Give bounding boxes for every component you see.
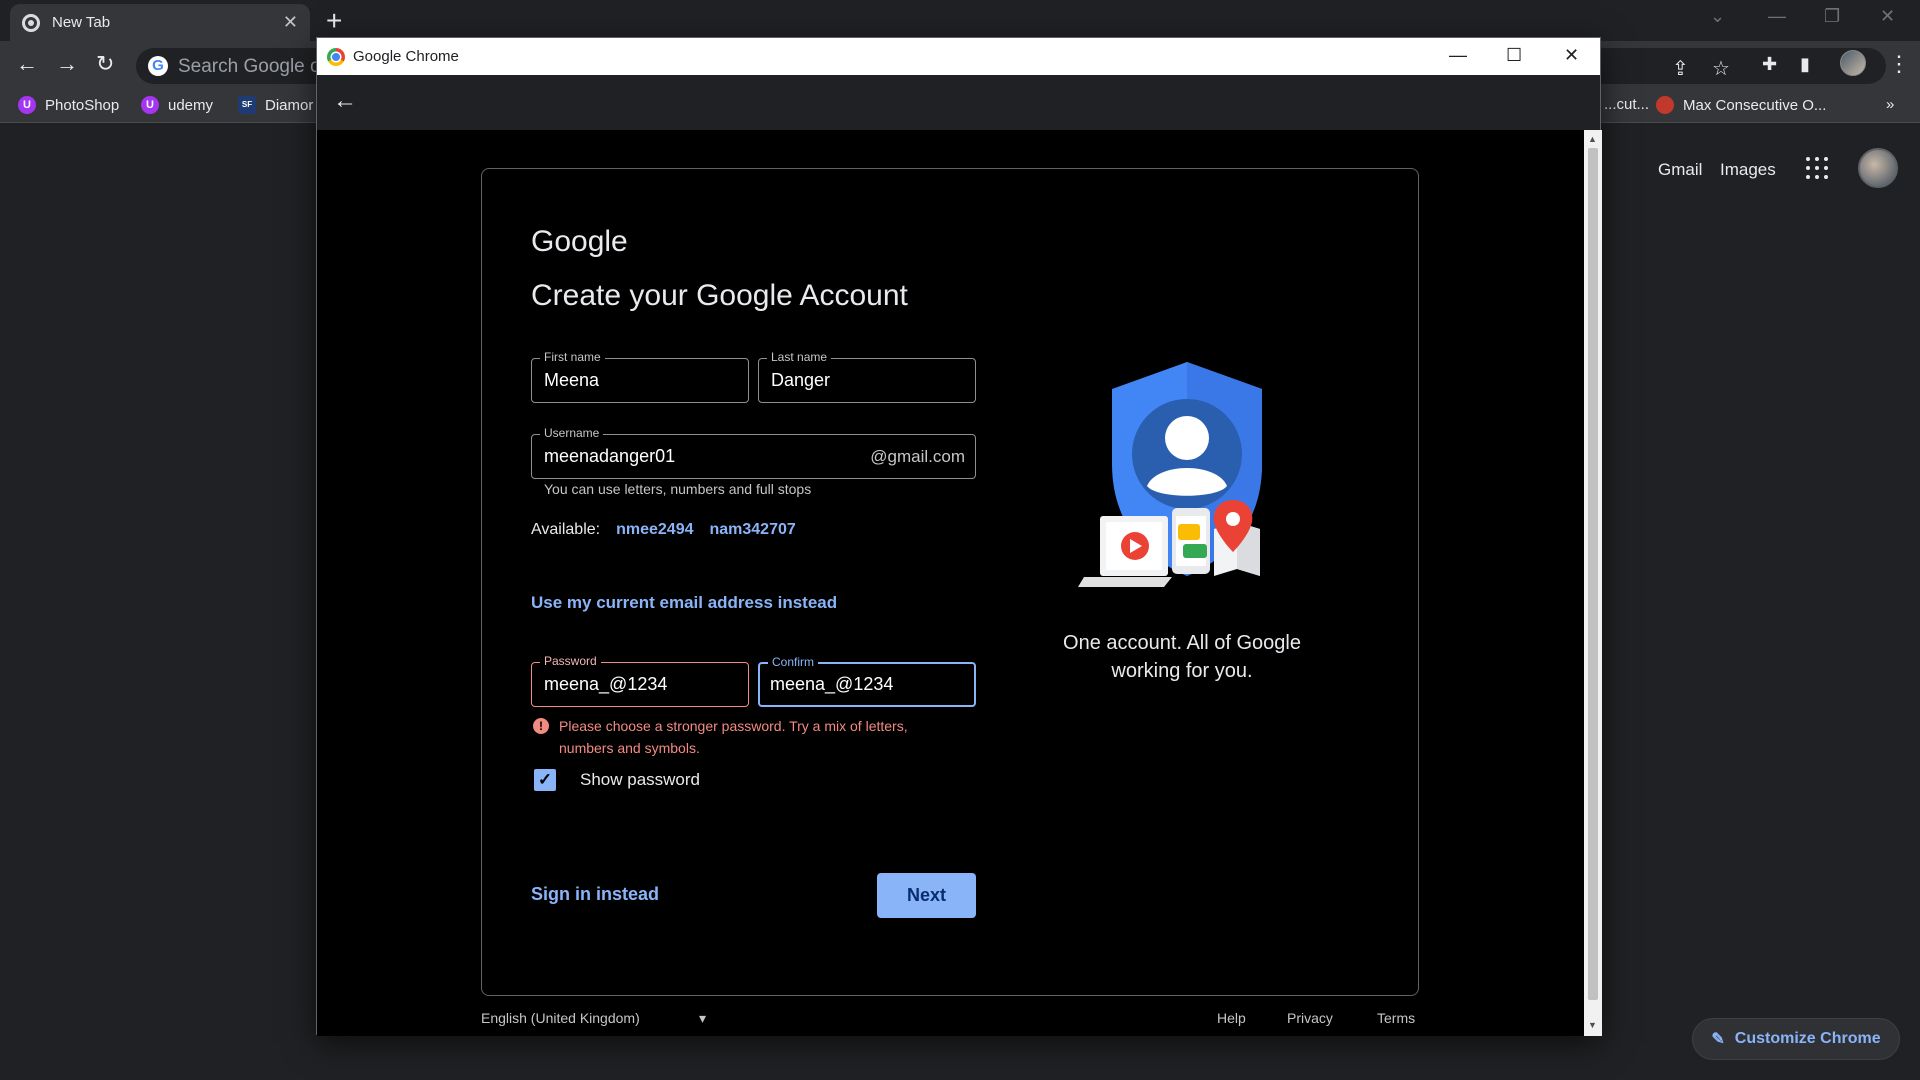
tagline-line: working for you. bbox=[1111, 660, 1253, 682]
username-label: Username bbox=[540, 426, 604, 440]
extensions-icon[interactable]: ✚ bbox=[1762, 51, 1777, 77]
close-window-icon[interactable]: ✕ bbox=[1880, 6, 1895, 27]
bookmark-photoshop[interactable]: U PhotoShop bbox=[18, 96, 119, 114]
sign-in-instead-link[interactable]: Sign in instead bbox=[531, 884, 659, 905]
password-field[interactable]: Password meena_@1234 bbox=[531, 654, 749, 707]
new-tab-button[interactable]: + bbox=[326, 6, 342, 36]
google-icon: G bbox=[148, 56, 168, 76]
available-usernames: Available: nmee2494 nam342707 bbox=[531, 521, 796, 539]
chrome-logo-icon bbox=[327, 48, 345, 66]
terms-link[interactable]: Terms bbox=[1377, 1010, 1415, 1026]
scroll-up-icon[interactable]: ▲ bbox=[1588, 134, 1597, 144]
pencil-icon: ✎ bbox=[1711, 1031, 1725, 1048]
popup-window-title: Google Chrome bbox=[353, 48, 459, 65]
avatar[interactable] bbox=[1840, 50, 1866, 76]
first-name-field[interactable]: First name Meena bbox=[531, 350, 749, 403]
popup-content: Google Create your Google Account First … bbox=[317, 130, 1584, 1036]
page-title: Create your Google Account bbox=[531, 279, 908, 312]
scroll-thumb[interactable] bbox=[1588, 148, 1598, 1000]
close-icon[interactable]: ✕ bbox=[283, 12, 298, 33]
username-value: meenadanger01 bbox=[544, 446, 676, 466]
customize-label: Customize Chrome bbox=[1734, 1030, 1881, 1047]
bookmark-label: Max Consecutive O... bbox=[1683, 96, 1827, 114]
password-label: Password bbox=[540, 654, 601, 668]
forward-icon[interactable]: → bbox=[56, 51, 78, 77]
available-label: Available: bbox=[531, 521, 601, 538]
last-name-field[interactable]: Last name Danger bbox=[758, 350, 976, 403]
signup-card: Google Create your Google Account First … bbox=[481, 168, 1419, 996]
account-shield-illustration bbox=[1078, 362, 1262, 587]
back-icon[interactable]: ← bbox=[16, 51, 38, 77]
confirm-password-field[interactable]: Confirm meena_@1234 bbox=[758, 655, 976, 707]
confirm-value: meena_@1234 bbox=[770, 674, 894, 694]
username-suffix: @gmail.com bbox=[870, 447, 965, 466]
bookmark-cut[interactable]: ...cut... bbox=[1604, 96, 1649, 113]
apps-grid-icon[interactable] bbox=[1806, 157, 1828, 179]
next-button[interactable]: Next bbox=[877, 873, 976, 918]
signup-popup-window: Google Chrome — ☐ ✕ ← Google Create your… bbox=[316, 37, 1602, 1036]
scrollbar[interactable]: ▲ ▼ bbox=[1584, 130, 1602, 1036]
last-name-value: Danger bbox=[771, 370, 831, 390]
reload-icon[interactable]: ↻ bbox=[96, 51, 114, 77]
restore-icon[interactable]: ❐ bbox=[1824, 6, 1840, 27]
google-logo: Google bbox=[531, 225, 628, 258]
chrome-icon bbox=[22, 13, 40, 32]
bookmark-label: udemy bbox=[168, 96, 214, 114]
scroll-down-icon[interactable]: ▼ bbox=[1588, 1020, 1597, 1030]
first-name-value: Meena bbox=[544, 370, 600, 390]
error-message: Please choose a stronger password. Try a… bbox=[559, 718, 908, 756]
show-password-label: Show password bbox=[580, 770, 701, 789]
side-panel-icon[interactable]: ▮ bbox=[1800, 51, 1810, 77]
language-selector[interactable]: English (United Kingdom) bbox=[481, 1010, 640, 1026]
last-name-label: Last name bbox=[767, 350, 832, 364]
menu-icon[interactable]: ⋮ bbox=[1888, 51, 1910, 77]
tagline-line: One account. All of Google bbox=[1063, 632, 1301, 654]
bookmark-label: ...cut... bbox=[1604, 96, 1650, 113]
close-icon[interactable]: ✕ bbox=[1564, 44, 1579, 66]
minimize-icon[interactable]: — bbox=[1449, 44, 1467, 66]
show-password-toggle[interactable]: ✓ Show password bbox=[534, 769, 700, 791]
udemy-icon: U bbox=[18, 96, 36, 114]
diamond-icon: SF bbox=[238, 96, 256, 114]
gmail-link[interactable]: Gmail bbox=[1658, 160, 1702, 180]
tab-new-tab[interactable]: New Tab ✕ bbox=[10, 4, 310, 41]
account-avatar[interactable] bbox=[1858, 148, 1898, 188]
chevron-down-icon[interactable]: ▾ bbox=[699, 1010, 706, 1027]
first-name-label: First name bbox=[540, 350, 605, 364]
bookmark-diamond[interactable]: SF Diamor bbox=[238, 96, 313, 114]
back-arrow-icon[interactable]: ← bbox=[333, 87, 357, 115]
bookmark-label: PhotoShop bbox=[45, 96, 120, 114]
help-link[interactable]: Help bbox=[1217, 1010, 1246, 1026]
popup-navbar: ← bbox=[317, 75, 1600, 130]
use-current-email-link[interactable]: Use my current email address instead bbox=[531, 593, 837, 613]
omnibox-placeholder: Search Google or bbox=[178, 56, 327, 77]
username-field[interactable]: Username meenadanger01 @gmail.com bbox=[531, 426, 976, 479]
suggestion-link[interactable]: nam342707 bbox=[709, 521, 795, 539]
customize-chrome-button[interactable]: ✎ Customize Chrome bbox=[1692, 1018, 1900, 1060]
tagline: One account. All of Google working for y… bbox=[1042, 629, 1322, 685]
udemy-icon: U bbox=[141, 96, 159, 114]
leetcode-icon bbox=[1656, 96, 1674, 114]
popup-titlebar: Google Chrome — ☐ ✕ bbox=[317, 38, 1600, 75]
star-icon[interactable]: ☆ bbox=[1712, 56, 1730, 81]
confirm-label: Confirm bbox=[768, 655, 819, 669]
password-value: meena_@1234 bbox=[544, 674, 668, 694]
tab-strip: New Tab ✕ + ⌄ — ❐ ✕ bbox=[0, 0, 1920, 41]
maximize-icon[interactable]: ☐ bbox=[1506, 44, 1522, 66]
bookmark-label: Diamor bbox=[265, 96, 314, 114]
suggestion-link[interactable]: nmee2494 bbox=[616, 521, 693, 539]
bookmark-udemy[interactable]: U udemy bbox=[141, 96, 213, 114]
bookmarks-overflow-button[interactable]: » bbox=[1886, 96, 1894, 113]
images-link[interactable]: Images bbox=[1720, 160, 1776, 180]
tab-search-icon[interactable]: ⌄ bbox=[1710, 6, 1725, 27]
bookmark-max-consecutive[interactable]: Max Consecutive O... bbox=[1656, 96, 1826, 114]
error-icon: ! bbox=[533, 718, 549, 734]
privacy-link[interactable]: Privacy bbox=[1287, 1010, 1333, 1026]
share-icon[interactable]: ⇪ bbox=[1672, 56, 1689, 81]
checkbox-checked-icon[interactable]: ✓ bbox=[534, 769, 556, 791]
username-hint: You can use letters, numbers and full st… bbox=[544, 481, 812, 497]
tab-title: New Tab bbox=[52, 14, 111, 31]
password-error: ! Please choose a stronger password. Try… bbox=[531, 715, 951, 759]
minimize-icon[interactable]: — bbox=[1768, 6, 1786, 27]
